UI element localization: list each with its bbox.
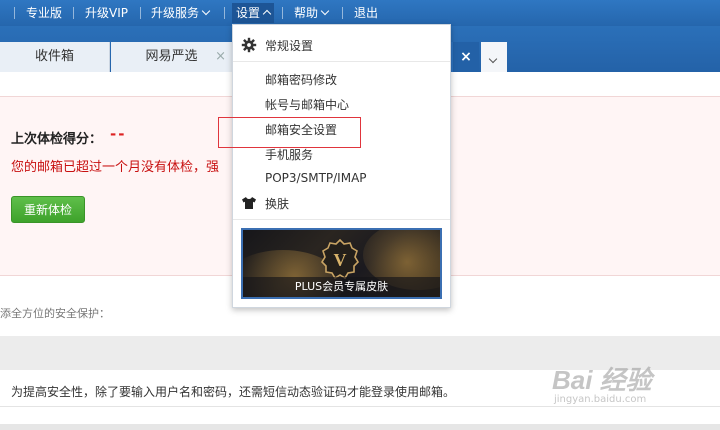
nav-pro-version[interactable]: 专业版 [26,0,62,26]
tab-yanxuan[interactable]: 网易严选 × [111,42,233,72]
menu-item-label: 常规设置 [265,39,314,53]
checkup-warning-text: 您的邮箱已超过一个月没有体检，强 [11,160,220,175]
vip-badge-letter: V [334,250,347,270]
tab-yanxuan-label: 网易严选 [145,49,198,64]
nav-separator [140,7,141,19]
plus-skin-banner[interactable]: V PLUS会员专属皮肤 [241,228,442,299]
menu-item-label: 手机服务 [265,148,314,162]
last-score-label: 上次体检得分： [11,132,103,147]
tab-more-button[interactable] [481,42,507,72]
nav-separator [73,7,74,19]
banner-caption: PLUS会员专属皮肤 [243,277,440,297]
nav-separator [224,7,225,19]
nav-separator [14,7,15,19]
sms-verification-note: 为提高安全性，除了要输入用户名和密码，还需短信动态验证码才能登录使用邮箱。 [11,385,456,399]
nav-separator [342,7,343,19]
nav-logout[interactable]: 退出 [354,0,378,26]
footer-bar [0,424,720,430]
chevron-down-icon [320,6,330,16]
menu-item-mobile-service[interactable]: 手机服务 [233,146,450,164]
chevron-down-icon [488,54,498,64]
menu-divider [233,61,450,62]
menu-item-password-change[interactable]: 邮箱密码修改 [233,71,450,89]
menu-item-general-settings[interactable]: 常规设置 [233,37,450,55]
close-icon[interactable]: × [453,42,479,72]
close-icon[interactable]: × [215,42,226,72]
settings-dropdown-menu: 常规设置 邮箱密码修改 帐号与邮箱中心 邮箱安全设置 手机服务 POP3/SMT… [232,24,451,308]
menu-item-label: 换肤 [265,197,290,211]
vip-badge-icon: V [320,238,360,280]
menu-item-label: 帐号与邮箱中心 [265,98,350,112]
shirt-icon [241,195,257,211]
top-nav: 专业版 升级VIP 升级服务 设置 帮助 退出 [0,0,720,26]
menu-item-label: POP3/SMTP/IMAP [265,171,367,185]
nav-upgrade-service-label: 升级服务 [151,6,200,20]
recheck-button[interactable]: 重新体检 [11,196,85,223]
menu-item-change-skin[interactable]: 换肤 [233,195,450,213]
baidu-jingyan-watermark: Bai 经验 jingyan.baidu.com [552,346,692,416]
gear-icon [241,37,257,53]
menu-item-account-center[interactable]: 帐号与邮箱中心 [233,96,450,114]
nav-upgrade-vip[interactable]: 升级VIP [85,0,128,26]
tab-inbox-label: 收件箱 [34,49,74,64]
nav-settings[interactable]: 设置 [232,3,275,23]
nav-settings-label: 设置 [236,6,261,20]
watermark-text: Bai 经验 [552,365,652,395]
chevron-up-icon [262,9,272,19]
menu-item-pop3-smtp-imap[interactable]: POP3/SMTP/IMAP [233,171,450,189]
nav-upgrade-service[interactable]: 升级服务 [151,0,211,26]
protection-text: 添全方位的安全保护： [0,307,110,320]
annotation-highlight-box [218,117,361,148]
menu-item-label: 邮箱密码修改 [265,73,338,87]
tab-inbox[interactable]: 收件箱 [0,42,110,72]
last-score-value: -- [110,125,127,143]
watermark-url: jingyan.baidu.com [554,394,647,405]
nav-help-label: 帮助 [294,6,319,20]
chevron-down-icon [201,6,211,16]
menu-divider [233,219,450,220]
nav-separator [282,7,283,19]
nav-help[interactable]: 帮助 [294,0,330,26]
